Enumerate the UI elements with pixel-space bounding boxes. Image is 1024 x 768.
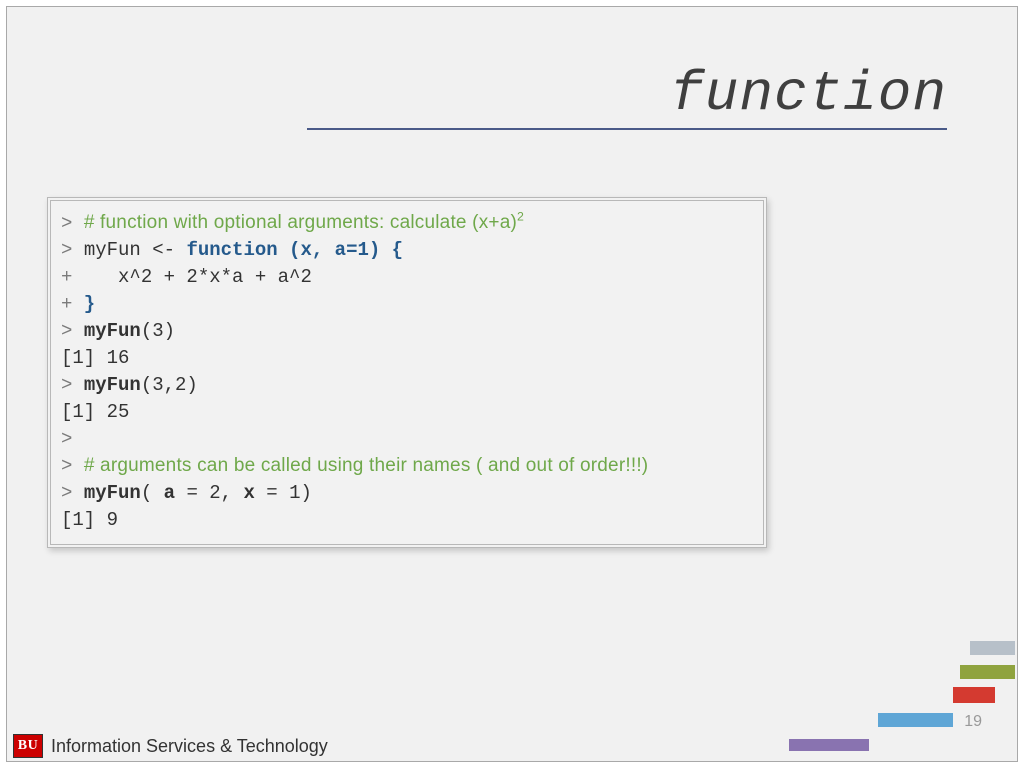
decoration-bar — [960, 665, 1015, 679]
prompt-icon: > — [61, 374, 72, 396]
function-call: myFun — [84, 374, 141, 396]
keyword: function — [186, 239, 277, 261]
continuation-icon: + — [61, 266, 72, 288]
code-line: > myFun(3,2) — [61, 372, 753, 399]
prompt-icon: > — [61, 320, 72, 342]
code-line: > # arguments can be called using their … — [61, 453, 753, 480]
prompt-icon: > — [61, 428, 72, 450]
code-line: + x^2 + 2*x*a + a^2 — [61, 264, 753, 291]
decoration-bar — [953, 687, 995, 703]
decoration-bar — [878, 713, 953, 727]
continuation-icon: + — [61, 293, 72, 315]
code-line: > myFun(3) — [61, 318, 753, 345]
code-line: > # function with optional arguments: ca… — [61, 209, 753, 237]
output-line: [1] 25 — [61, 399, 753, 426]
output-line: [1] 16 — [61, 345, 753, 372]
slide: function > # function with optional argu… — [6, 6, 1018, 762]
prompt-icon: > — [61, 455, 72, 477]
comment-text: # function with optional arguments: calc… — [84, 212, 524, 233]
function-call: myFun — [84, 320, 141, 342]
footer-text: Information Services & Technology — [51, 736, 328, 757]
code-line: + } — [61, 291, 753, 318]
code-line: > — [61, 426, 753, 453]
output-line: [1] 9 — [61, 507, 753, 534]
prompt-icon: > — [61, 212, 72, 234]
decoration-bar — [970, 641, 1015, 655]
code-block: > # function with optional arguments: ca… — [47, 197, 767, 548]
function-call: myFun — [84, 482, 141, 504]
prompt-icon: > — [61, 482, 72, 504]
code-line: > myFun( a = 2, x = 1) — [61, 480, 753, 507]
prompt-icon: > — [61, 239, 72, 261]
footer: BU Information Services & Technology — [7, 729, 1017, 761]
code-line: > myFun <- function (x, a=1) { — [61, 237, 753, 264]
logo-badge: BU — [13, 734, 43, 758]
comment-text: # arguments can be called using their na… — [84, 455, 649, 476]
slide-title: function — [307, 62, 947, 130]
